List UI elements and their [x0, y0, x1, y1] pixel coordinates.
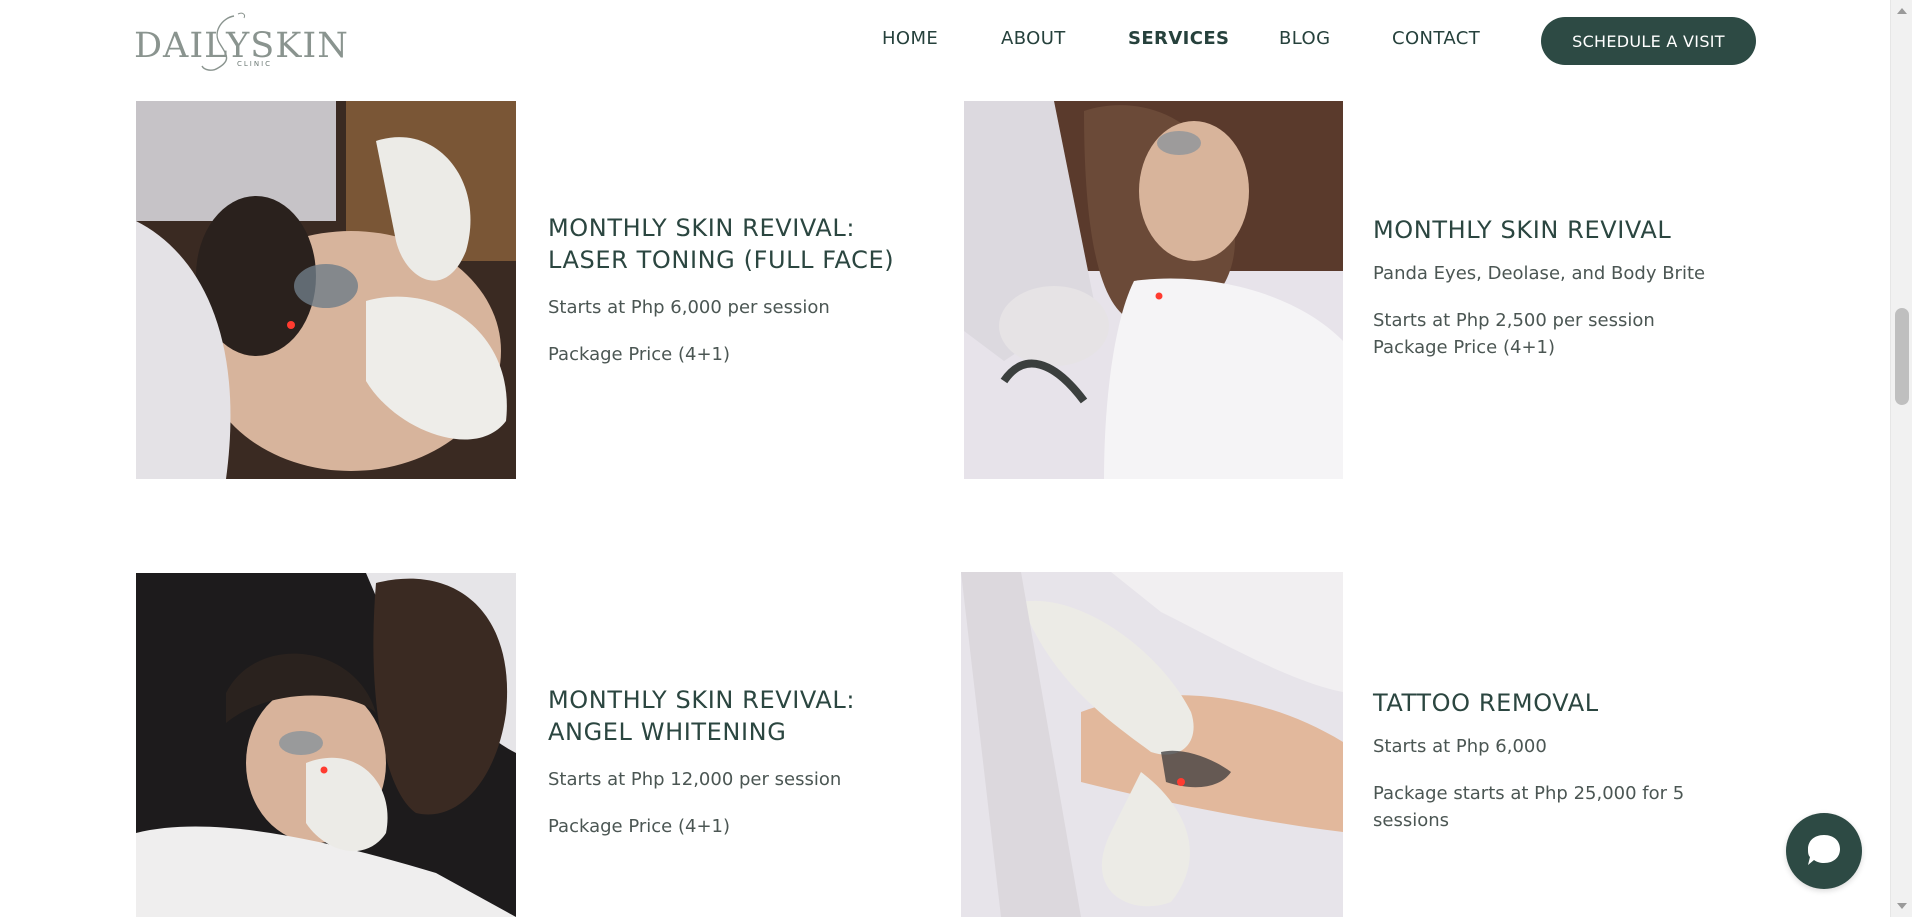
chat-bubble-icon — [1808, 835, 1840, 865]
service-subtitle: Panda Eyes, Deolase, and Body Brite — [1373, 263, 1706, 284]
page: DAILYSKIN CLINIC HOME ABOUT SERVICES BLO… — [0, 0, 1912, 917]
chat-widget-button[interactable] — [1786, 813, 1862, 889]
service-price: Starts at Php 12,000 per session — [548, 769, 842, 790]
service-price: Starts at Php 6,000 per session — [548, 297, 830, 318]
service-package: Package Price (4+1) — [1373, 337, 1555, 358]
service-title-line2: ANGEL WHITENING — [548, 718, 787, 746]
service-title: TATTOO REMOVAL — [1373, 689, 1599, 717]
nav-about[interactable]: ABOUT — [1001, 28, 1066, 49]
service-title: MONTHLY SKIN REVIVAL — [1373, 216, 1672, 244]
service-text-skin-revival: MONTHLY SKIN REVIVAL Panda Eyes, Deolase… — [1373, 214, 1773, 361]
scroll-down-arrow-icon[interactable] — [1897, 903, 1907, 909]
nav-contact[interactable]: CONTACT — [1392, 28, 1480, 49]
site-header: DAILYSKIN CLINIC HOME ABOUT SERVICES BLO… — [0, 0, 1890, 82]
service-package: Package starts at Php 25,000 for 5 — [1373, 783, 1685, 804]
schedule-visit-button[interactable]: SCHEDULE A VISIT — [1541, 17, 1756, 65]
service-price: Starts at Php 6,000 — [1373, 736, 1547, 757]
service-package: Package Price (4+1) — [548, 344, 730, 365]
service-title-line2: LASER TONING (FULL FACE) — [548, 246, 895, 274]
service-image-tattoo-removal — [961, 572, 1343, 917]
scrollbar-thumb[interactable] — [1895, 308, 1909, 405]
service-image-laser-toning — [136, 101, 516, 479]
service-price: Starts at Php 2,500 per session — [1373, 310, 1655, 331]
service-text-laser-toning: MONTHLY SKIN REVIVAL: LASER TONING (FULL… — [548, 212, 908, 368]
service-title: MONTHLY SKIN REVIVAL: — [548, 214, 856, 242]
service-text-angel-whitening: MONTHLY SKIN REVIVAL: ANGEL WHITENING St… — [548, 684, 908, 840]
service-package: Package Price (4+1) — [548, 816, 730, 837]
service-photo-skin-revival — [964, 101, 1343, 479]
service-title: MONTHLY SKIN REVIVAL: — [548, 686, 856, 714]
service-text-tattoo-removal: TATTOO REMOVAL Starts at Php 6,000 Packa… — [1373, 687, 1773, 834]
service-photo-laser-toning — [136, 101, 516, 479]
logo-subtext: CLINIC — [237, 60, 273, 68]
page-scrollbar[interactable] — [1890, 0, 1912, 917]
scroll-up-arrow-icon[interactable] — [1897, 8, 1907, 14]
nav-home[interactable]: HOME — [882, 28, 938, 49]
service-photo-tattoo-removal — [961, 572, 1343, 917]
service-image-angel-whitening — [136, 573, 516, 917]
service-photo-angel-whitening — [136, 573, 516, 917]
service-package-line2: sessions — [1373, 810, 1450, 831]
nav-services[interactable]: SERVICES — [1128, 28, 1229, 49]
service-image-skin-revival — [964, 101, 1343, 479]
nav-blog[interactable]: BLOG — [1279, 28, 1330, 49]
